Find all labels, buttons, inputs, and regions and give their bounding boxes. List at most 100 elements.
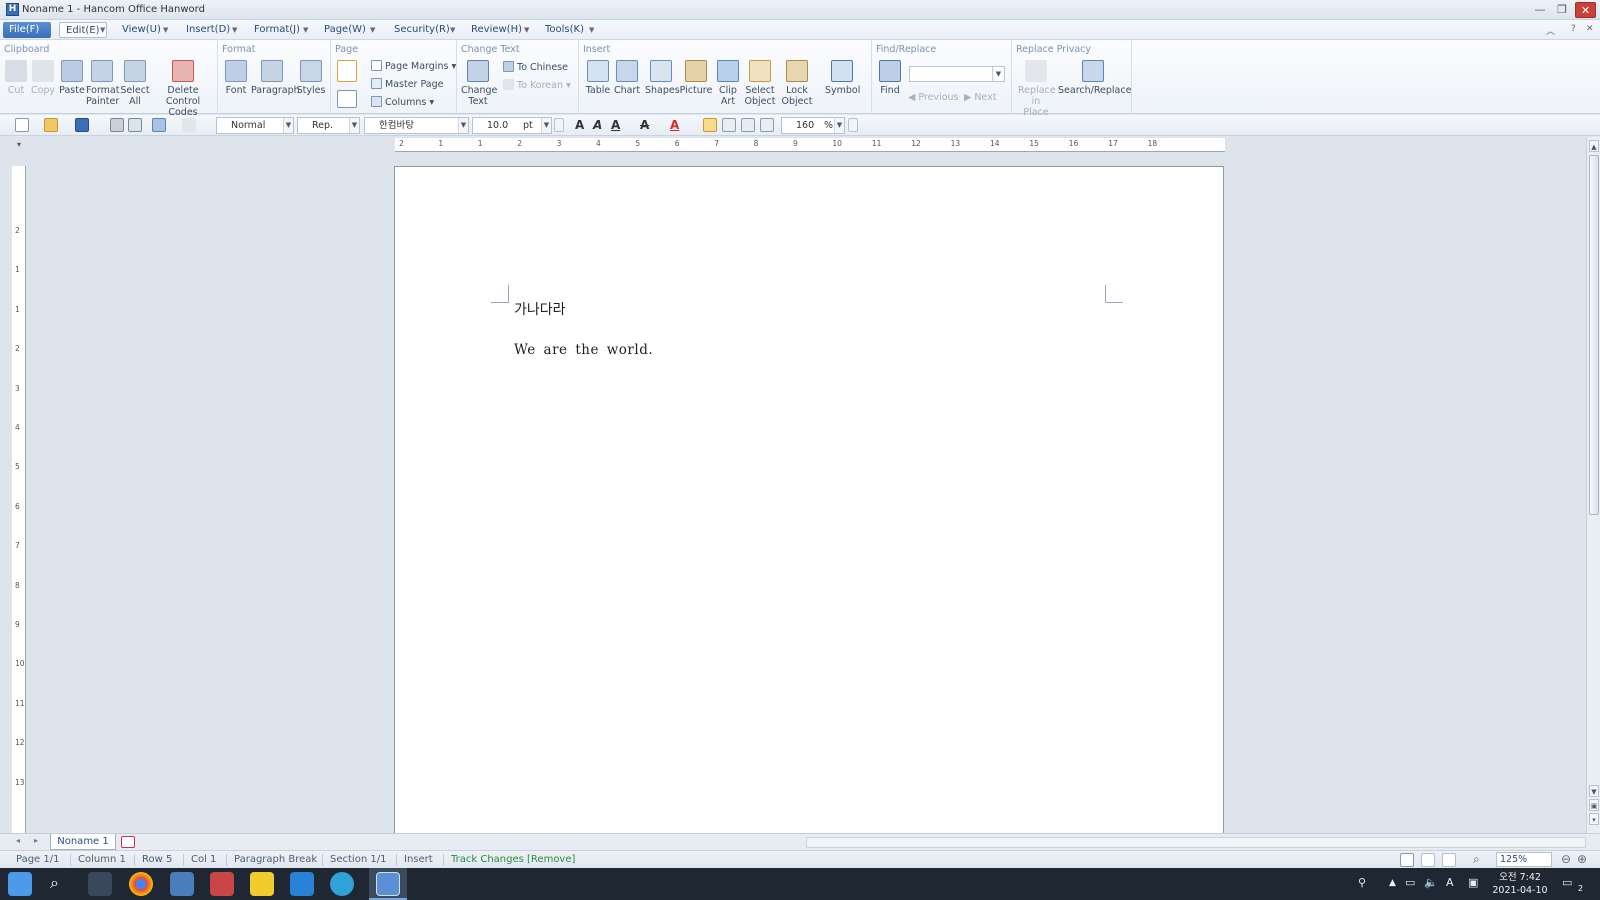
symbol-button[interactable]: Symbol [825, 60, 860, 96]
styles-button[interactable]: Styles [296, 60, 326, 96]
next-page-icon[interactable]: ▾ [1589, 813, 1599, 825]
font-color-icon[interactable]: A [670, 117, 679, 134]
taskbar-clock[interactable]: 오전 7:42 2021-04-10 [1490, 871, 1550, 897]
zoom-in-icon[interactable]: ⊕ [1577, 852, 1587, 866]
new-document-icon[interactable] [15, 118, 29, 132]
cut-button[interactable]: Cut [4, 60, 28, 96]
edge-icon[interactable] [330, 872, 354, 896]
lock-object-button[interactable]: Lock Object [779, 60, 815, 107]
style-select[interactable]: Normal ▼ [216, 117, 294, 134]
undo-icon[interactable] [152, 118, 166, 132]
collapse-ribbon-icon[interactable]: ︿ [1546, 24, 1555, 37]
people-icon[interactable]: ⚲ [1358, 874, 1366, 892]
chevron-down-icon[interactable]: ▼ [992, 67, 1004, 81]
next-button[interactable]: ▶ Next [964, 92, 996, 103]
redo-icon[interactable] [182, 118, 196, 132]
bold-icon[interactable]: A [575, 117, 584, 134]
align-left-icon[interactable] [722, 118, 736, 132]
search-replace-button[interactable]: Search/Replace [1058, 60, 1131, 96]
view-normal-icon[interactable] [1400, 853, 1414, 867]
master-page-button[interactable]: Master Page [371, 78, 443, 90]
menu-edit-dropdown-icon[interactable]: ▼ [100, 22, 105, 38]
ime-indicator[interactable]: A [1446, 874, 1454, 892]
page-setup-button[interactable] [336, 60, 358, 85]
picture-button[interactable]: Picture [679, 60, 713, 96]
page-view-icon[interactable]: ▣ [1589, 799, 1599, 811]
pen-app-icon[interactable] [170, 872, 194, 896]
chevron-down-icon[interactable]: ▼ [303, 22, 308, 38]
change-text-button[interactable]: Change Text [461, 60, 497, 107]
open-folder-icon[interactable] [44, 118, 58, 132]
chevron-down-icon[interactable]: ▼ [524, 22, 529, 38]
paste-button[interactable]: Paste [58, 60, 86, 96]
align-right-icon[interactable] [760, 118, 774, 132]
status-page[interactable]: Page 1/1 [16, 853, 59, 867]
vertical-ruler[interactable]: 2 1 1 2 3 4 5 6 7 8 9 10 11 12 13 [12, 166, 26, 834]
vertical-scrollbar[interactable]: ▲ ▼ ▣ ▾ [1586, 137, 1600, 833]
new-tab-icon[interactable] [121, 836, 135, 848]
find-button[interactable]: Find [878, 60, 902, 96]
format-painter-button[interactable]: Format Painter [86, 60, 119, 107]
zoom-icon[interactable]: ⌕ [1473, 852, 1480, 867]
document-text-line-2[interactable]: We are the world. [514, 342, 653, 358]
menu-review[interactable]: Review(H) [465, 22, 528, 38]
menu-file[interactable]: File(F) [3, 22, 51, 38]
chevron-down-icon[interactable]: ▼ [349, 118, 359, 133]
zoom-select[interactable]: 125% [1496, 852, 1552, 867]
hancom-app-icon[interactable] [210, 872, 234, 896]
font-button[interactable]: Font [223, 60, 249, 96]
volume-icon[interactable]: 🔈 [1424, 874, 1438, 892]
page-border-button[interactable] [336, 90, 358, 111]
scroll-down-icon[interactable]: ▼ [1589, 785, 1599, 797]
hanword-app-icon[interactable]: H [6, 3, 19, 16]
menu-format[interactable]: Format(J) [248, 22, 306, 38]
keyboard-icon[interactable]: ▣ [1468, 874, 1478, 892]
task-view-icon[interactable] [88, 872, 112, 896]
font-size-spin-icon[interactable] [554, 118, 564, 132]
tab-scroll-right-icon[interactable]: ▸ [34, 836, 38, 845]
menu-security[interactable]: Security(R) [388, 22, 456, 38]
select-object-button[interactable]: Select Object [743, 60, 777, 107]
chevron-down-icon[interactable]: ▼ [834, 118, 844, 133]
view-draft-icon[interactable] [1442, 853, 1456, 867]
tray-expand-icon[interactable]: ▲ [1389, 874, 1396, 892]
chevron-down-icon[interactable]: ▼ [163, 22, 168, 38]
menu-insert[interactable]: Insert(D) [180, 22, 236, 38]
tab-noname-1[interactable]: Noname 1 [50, 834, 116, 850]
search-icon[interactable]: ⌕ [50, 873, 59, 893]
shapes-button[interactable]: Shapes [645, 60, 680, 96]
to-chinese-button[interactable]: To Chinese [503, 61, 568, 73]
font-name-select[interactable]: 한컴바탕 ▼ [364, 117, 469, 134]
close-document-icon[interactable]: ✕ [1586, 24, 1594, 34]
underline-icon[interactable]: A [611, 117, 620, 134]
help-icon[interactable]: ? [1571, 24, 1576, 34]
line-spacing-spin-icon[interactable] [848, 118, 858, 132]
tab-scroll-left-icon[interactable]: ◂ [16, 836, 20, 845]
scroll-up-icon[interactable]: ▲ [1589, 140, 1599, 152]
columns-button[interactable]: Columns ▾ [371, 96, 434, 108]
status-insert-mode[interactable]: Insert [404, 853, 433, 867]
chevron-down-icon[interactable]: ▼ [370, 22, 375, 38]
zoom-out-icon[interactable]: ⊖ [1561, 852, 1571, 866]
horizontal-ruler[interactable]: 2 1 1 2 3 4 5 6 7 8 9 10 11 12 13 14 15 16 17 18 [395, 138, 1225, 152]
chevron-down-icon[interactable]: ▼ [450, 22, 455, 38]
line-spacing-select[interactable]: 160 % ▼ [781, 117, 845, 134]
font-size-select[interactable]: 10.0 pt ▼ [472, 117, 552, 134]
representative-font-select[interactable]: Rep. ▼ [297, 117, 360, 134]
hanword-taskbar-button[interactable] [369, 868, 407, 900]
clip-art-button[interactable]: Clip Art [715, 60, 741, 107]
replace-in-place-button[interactable]: Replace in Place [1018, 60, 1056, 118]
table-button[interactable]: Table [585, 60, 611, 96]
status-track-changes[interactable]: Track Changes [Remove] [451, 853, 575, 867]
to-korean-button[interactable]: To Korean ▾ [503, 79, 571, 91]
print-icon[interactable] [110, 118, 124, 132]
chevron-down-icon[interactable]: ▼ [283, 118, 293, 133]
page-margins-button[interactable]: Page Margins ▾ [371, 60, 456, 72]
chart-button[interactable]: Chart [613, 60, 641, 96]
copy-button[interactable]: Copy [30, 60, 56, 96]
document-page[interactable]: 가나다라 We are the world. [394, 166, 1224, 836]
ruler-toggle-icon[interactable]: ▾ [17, 140, 21, 149]
messenger-icon[interactable] [250, 872, 274, 896]
chevron-down-icon[interactable]: ▼ [541, 118, 551, 133]
notification-icon[interactable]: ▭ [1562, 874, 1572, 892]
